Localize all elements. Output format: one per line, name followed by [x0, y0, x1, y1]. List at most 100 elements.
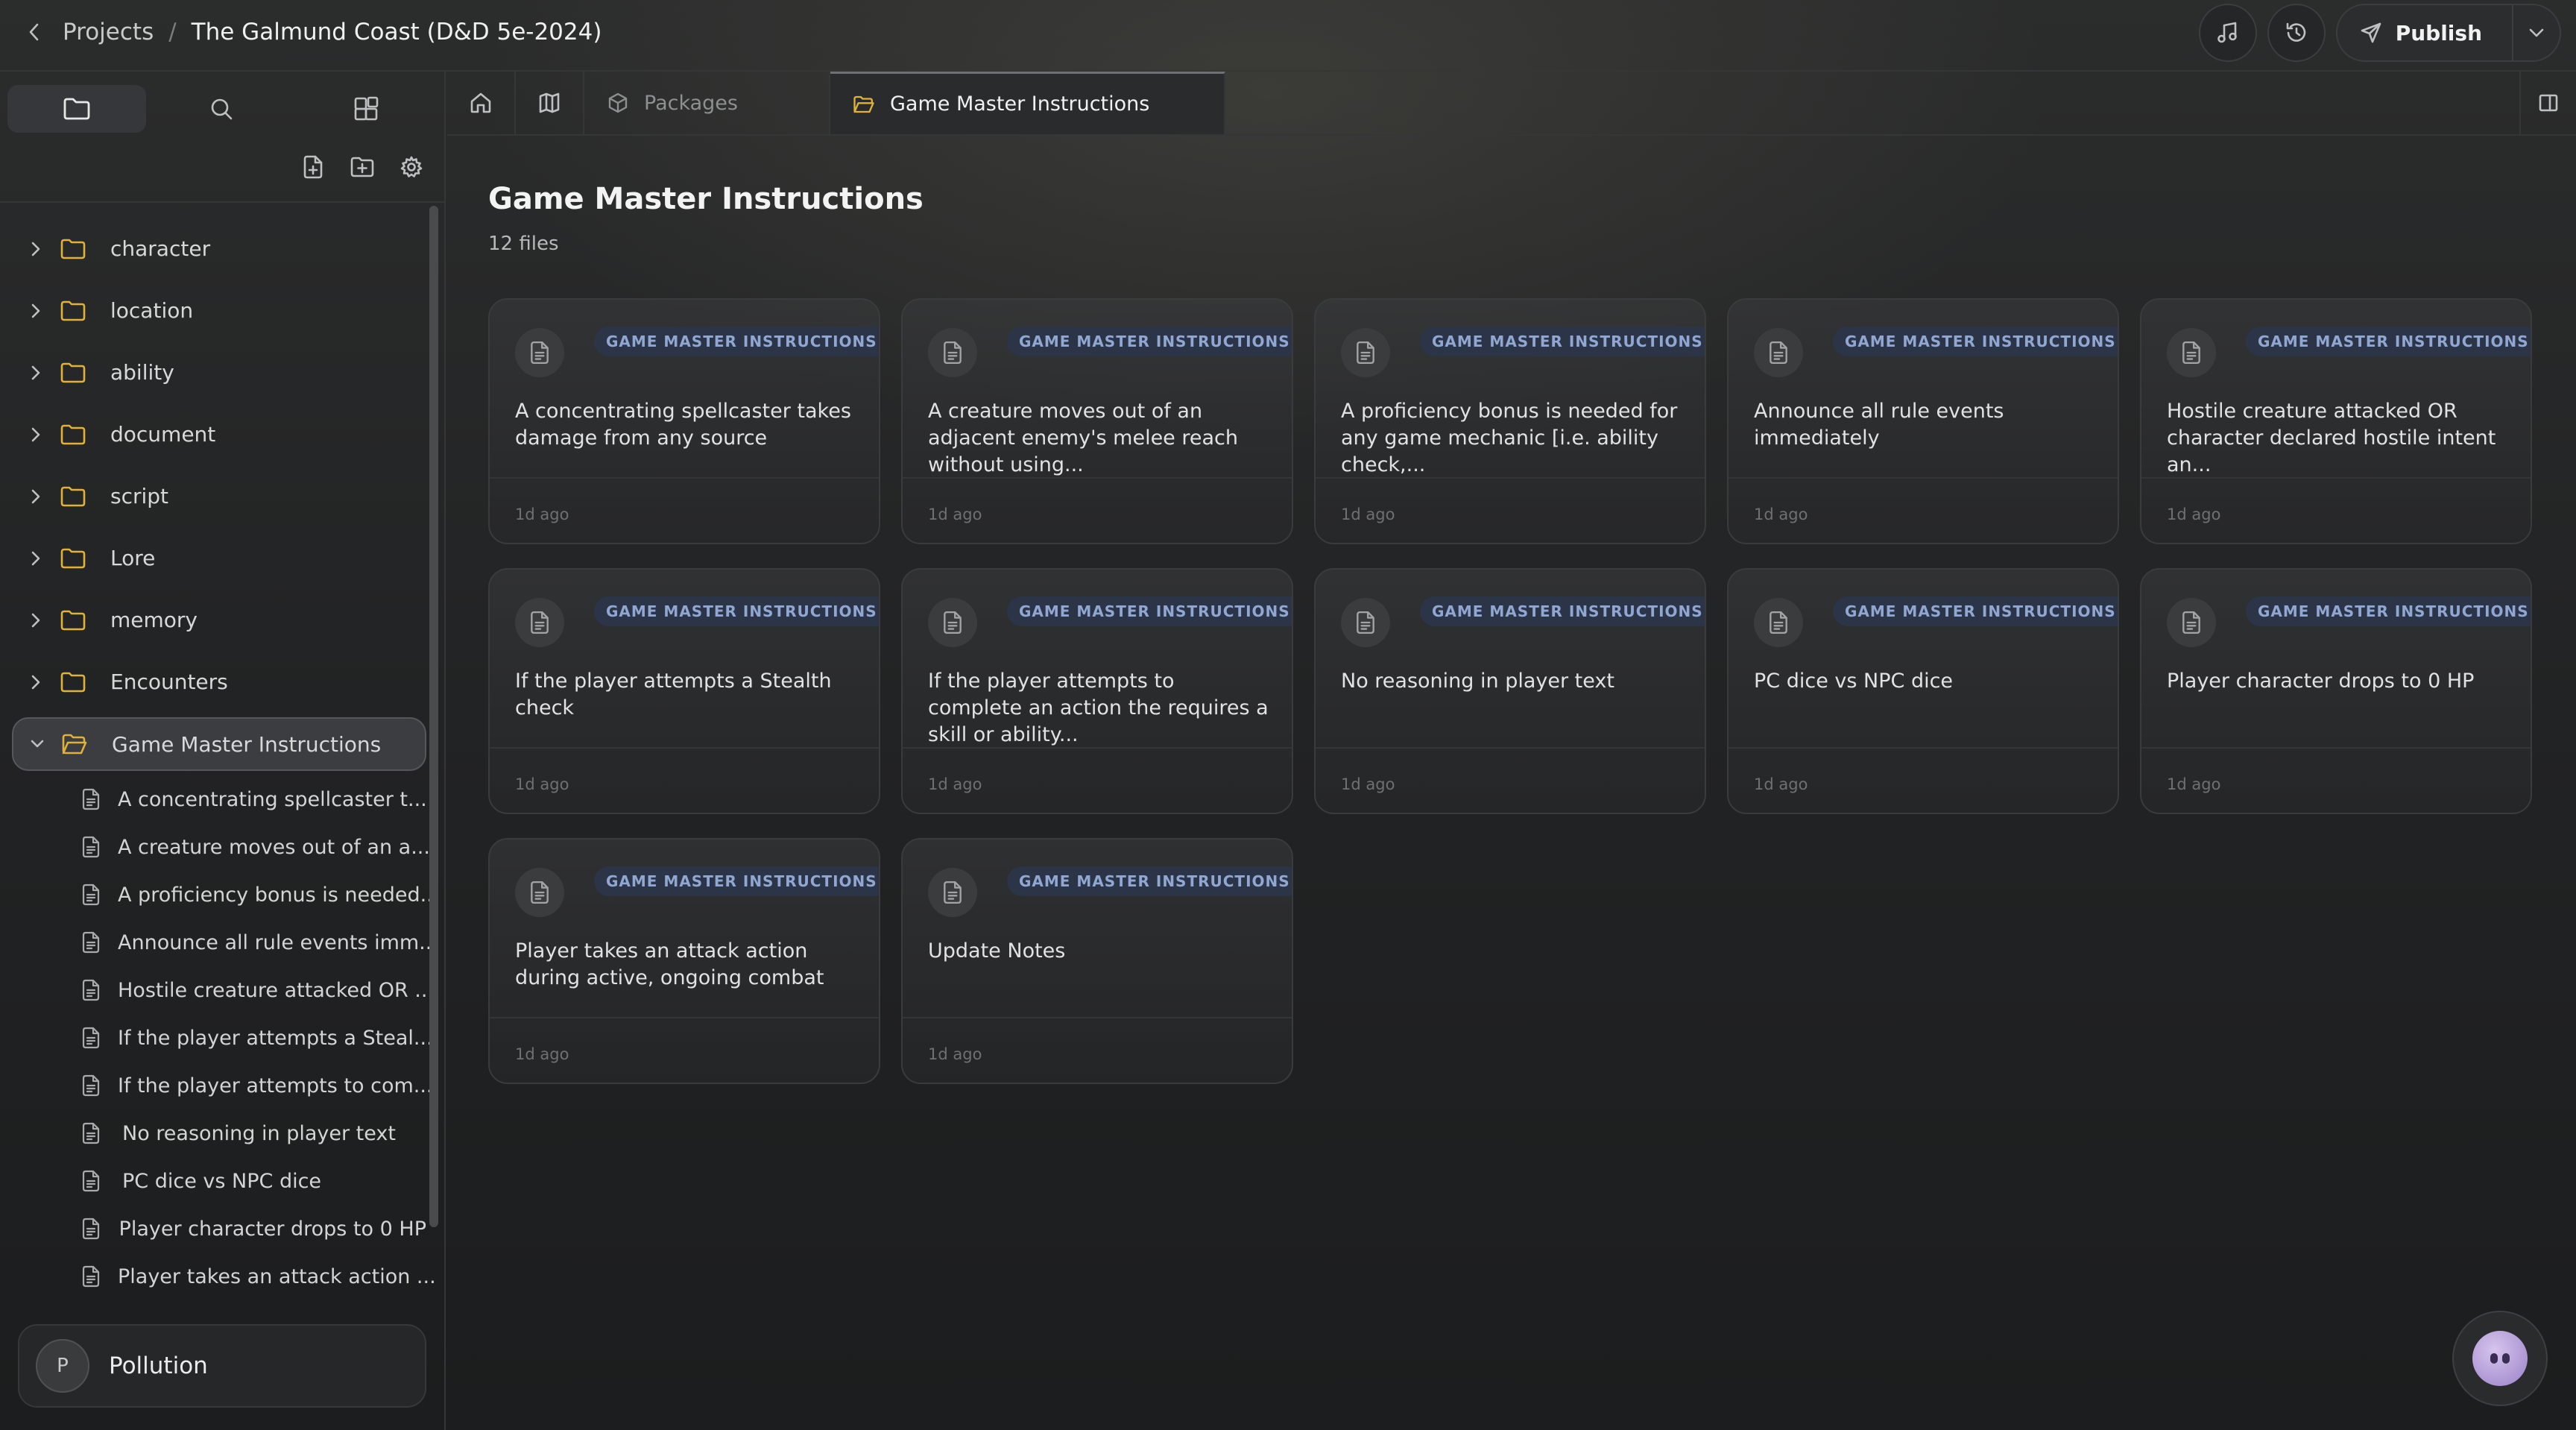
- tab-map[interactable]: [516, 72, 584, 134]
- document-badge: [2167, 598, 2216, 647]
- breadcrumb-separator: /: [168, 19, 177, 45]
- folder-icon: [60, 424, 86, 444]
- document-icon: [82, 836, 100, 858]
- publish-options-dropdown[interactable]: [2512, 5, 2560, 60]
- breadcrumb-projects-link[interactable]: Projects: [63, 19, 154, 45]
- document-badge: [1341, 328, 1390, 377]
- file-card[interactable]: GAME MASTER INSTRUCTIONS A proficiency bo…: [1314, 298, 1706, 544]
- category-tag: GAME MASTER INSTRUCTIONS: [2246, 596, 2531, 626]
- card-timestamp: 1d ago: [1341, 775, 1395, 793]
- folder-label: character: [110, 236, 211, 261]
- card-divider: [490, 747, 879, 749]
- folder-item[interactable]: document: [12, 403, 426, 465]
- history-button[interactable]: [2267, 4, 2326, 62]
- document-icon: [944, 611, 962, 634]
- file-card[interactable]: GAME MASTER INSTRUCTIONS If the player at…: [488, 568, 880, 814]
- user-profile-card[interactable]: P Pollution: [18, 1324, 426, 1408]
- file-item[interactable]: If the player attempts to com...: [12, 1062, 433, 1109]
- folder-item[interactable]: location: [12, 280, 426, 341]
- document-badge: [515, 868, 564, 917]
- file-card[interactable]: GAME MASTER INSTRUCTIONS No reasoning in …: [1314, 568, 1706, 814]
- file-card[interactable]: GAME MASTER INSTRUCTIONS Update Notes 1d a…: [901, 838, 1293, 1084]
- card-divider: [903, 477, 1292, 479]
- folder-item[interactable]: memory: [12, 589, 426, 651]
- tab-home[interactable]: [447, 72, 516, 134]
- card-timestamp: 1d ago: [928, 505, 982, 523]
- new-folder-button[interactable]: [349, 154, 376, 180]
- category-tag: GAME MASTER INSTRUCTIONS: [1007, 596, 1292, 626]
- sidebar-tab-search[interactable]: [152, 85, 291, 133]
- file-tree: character location ability document script Lo…: [12, 218, 439, 1300]
- file-card[interactable]: GAME MASTER INSTRUCTIONS A concentrating …: [488, 298, 880, 544]
- send-icon: [2361, 22, 2381, 43]
- card-title: A creature moves out of an adjacent enem…: [928, 400, 1238, 476]
- file-item[interactable]: A creature moves out of an a...: [12, 823, 430, 871]
- sidebar-scrollbar[interactable]: [429, 206, 438, 1227]
- file-card[interactable]: GAME MASTER INSTRUCTIONS PC dice vs NPC d…: [1727, 568, 2119, 814]
- file-item[interactable]: A proficiency bonus is needed...: [12, 871, 439, 919]
- sidebar-toolbar: [300, 154, 425, 180]
- chevron-right-icon: [31, 675, 40, 689]
- file-card[interactable]: GAME MASTER INSTRUCTIONS Player takes an …: [488, 838, 880, 1084]
- document-icon: [82, 979, 100, 1001]
- category-tag: GAME MASTER INSTRUCTIONS: [1833, 596, 2118, 626]
- file-count: 12 files: [488, 233, 559, 255]
- folder-game-master-instructions[interactable]: Game Master Instructions: [12, 717, 426, 771]
- file-card[interactable]: GAME MASTER INSTRUCTIONS Announce all rul…: [1727, 298, 2119, 544]
- file-item[interactable]: Player takes an attack action ...: [12, 1253, 436, 1300]
- editor-tabs: Packages Game Master Instructions: [447, 72, 2576, 136]
- file-card[interactable]: GAME MASTER INSTRUCTIONS Player character…: [2140, 568, 2532, 814]
- back-chevron-icon[interactable]: [21, 19, 48, 45]
- folder-item[interactable]: Lore: [12, 527, 426, 589]
- sidebar-tab-files[interactable]: [7, 85, 146, 133]
- assistant-button[interactable]: [2452, 1311, 2548, 1406]
- card-timestamp: 1d ago: [1754, 775, 1808, 793]
- category-tag: GAME MASTER INSTRUCTIONS: [2246, 327, 2531, 356]
- file-item[interactable]: Hostile creature attacked OR ...: [12, 966, 434, 1014]
- card-timestamp: 1d ago: [2167, 505, 2221, 523]
- file-card[interactable]: GAME MASTER INSTRUCTIONS If the player at…: [901, 568, 1293, 814]
- file-label: If the player attempts a Steal...: [118, 1026, 433, 1050]
- folder-label: script: [110, 484, 169, 508]
- file-card[interactable]: GAME MASTER INSTRUCTIONS A creature moves…: [901, 298, 1293, 544]
- file-item[interactable]: PC dice vs NPC dice: [12, 1157, 426, 1205]
- chevron-right-icon: [31, 427, 40, 441]
- file-card[interactable]: GAME MASTER INSTRUCTIONS Hostile creature…: [2140, 298, 2532, 544]
- chevron-down-icon: [2529, 28, 2544, 37]
- card-timestamp: 1d ago: [928, 1045, 982, 1063]
- tab-packages[interactable]: Packages: [584, 72, 830, 134]
- folder-item[interactable]: ability: [12, 341, 426, 403]
- folder-icon: [60, 486, 86, 506]
- tab-game-master-instructions[interactable]: Game Master Instructions: [830, 72, 1225, 134]
- file-item[interactable]: If the player attempts a Steal...: [12, 1014, 433, 1062]
- file-item[interactable]: Announce all rule events imm...: [12, 919, 438, 966]
- settings-button[interactable]: [398, 154, 425, 180]
- file-item[interactable]: Player character drops to 0 HP: [12, 1205, 426, 1253]
- chevron-right-icon: [31, 242, 40, 256]
- file-item[interactable]: No reasoning in player text: [12, 1109, 426, 1157]
- user-name: Pollution: [109, 1352, 208, 1379]
- sidebar-tab-components[interactable]: [297, 85, 435, 133]
- card-title: Hostile creature attacked OR character d…: [2167, 400, 2496, 476]
- folder-item[interactable]: script: [12, 465, 426, 527]
- card-divider: [2141, 747, 2531, 749]
- home-icon: [470, 92, 491, 113]
- folder-item[interactable]: Encounters: [12, 651, 426, 713]
- card-divider: [2141, 477, 2531, 479]
- file-item[interactable]: A concentrating spellcaster t...: [12, 775, 427, 823]
- new-file-button[interactable]: [300, 154, 326, 180]
- toggle-right-panel-button[interactable]: [2519, 72, 2576, 134]
- tab-label: Packages: [644, 91, 738, 115]
- top-actions: Publish: [2198, 3, 2561, 63]
- publish-button[interactable]: Publish: [2337, 5, 2512, 60]
- sidebar: character location ability document script Lo…: [0, 72, 446, 1430]
- music-button[interactable]: [2198, 4, 2257, 62]
- category-tag: GAME MASTER INSTRUCTIONS: [1833, 327, 2118, 356]
- card-timestamp: 1d ago: [928, 775, 982, 793]
- file-label: Player character drops to 0 HP: [119, 1217, 426, 1241]
- folder-icon: [63, 98, 90, 120]
- card-title: If the player attempts to complete an ac…: [928, 670, 1269, 746]
- folder-item[interactable]: character: [12, 218, 426, 280]
- document-icon: [1357, 341, 1374, 365]
- chevron-right-icon: [31, 489, 40, 503]
